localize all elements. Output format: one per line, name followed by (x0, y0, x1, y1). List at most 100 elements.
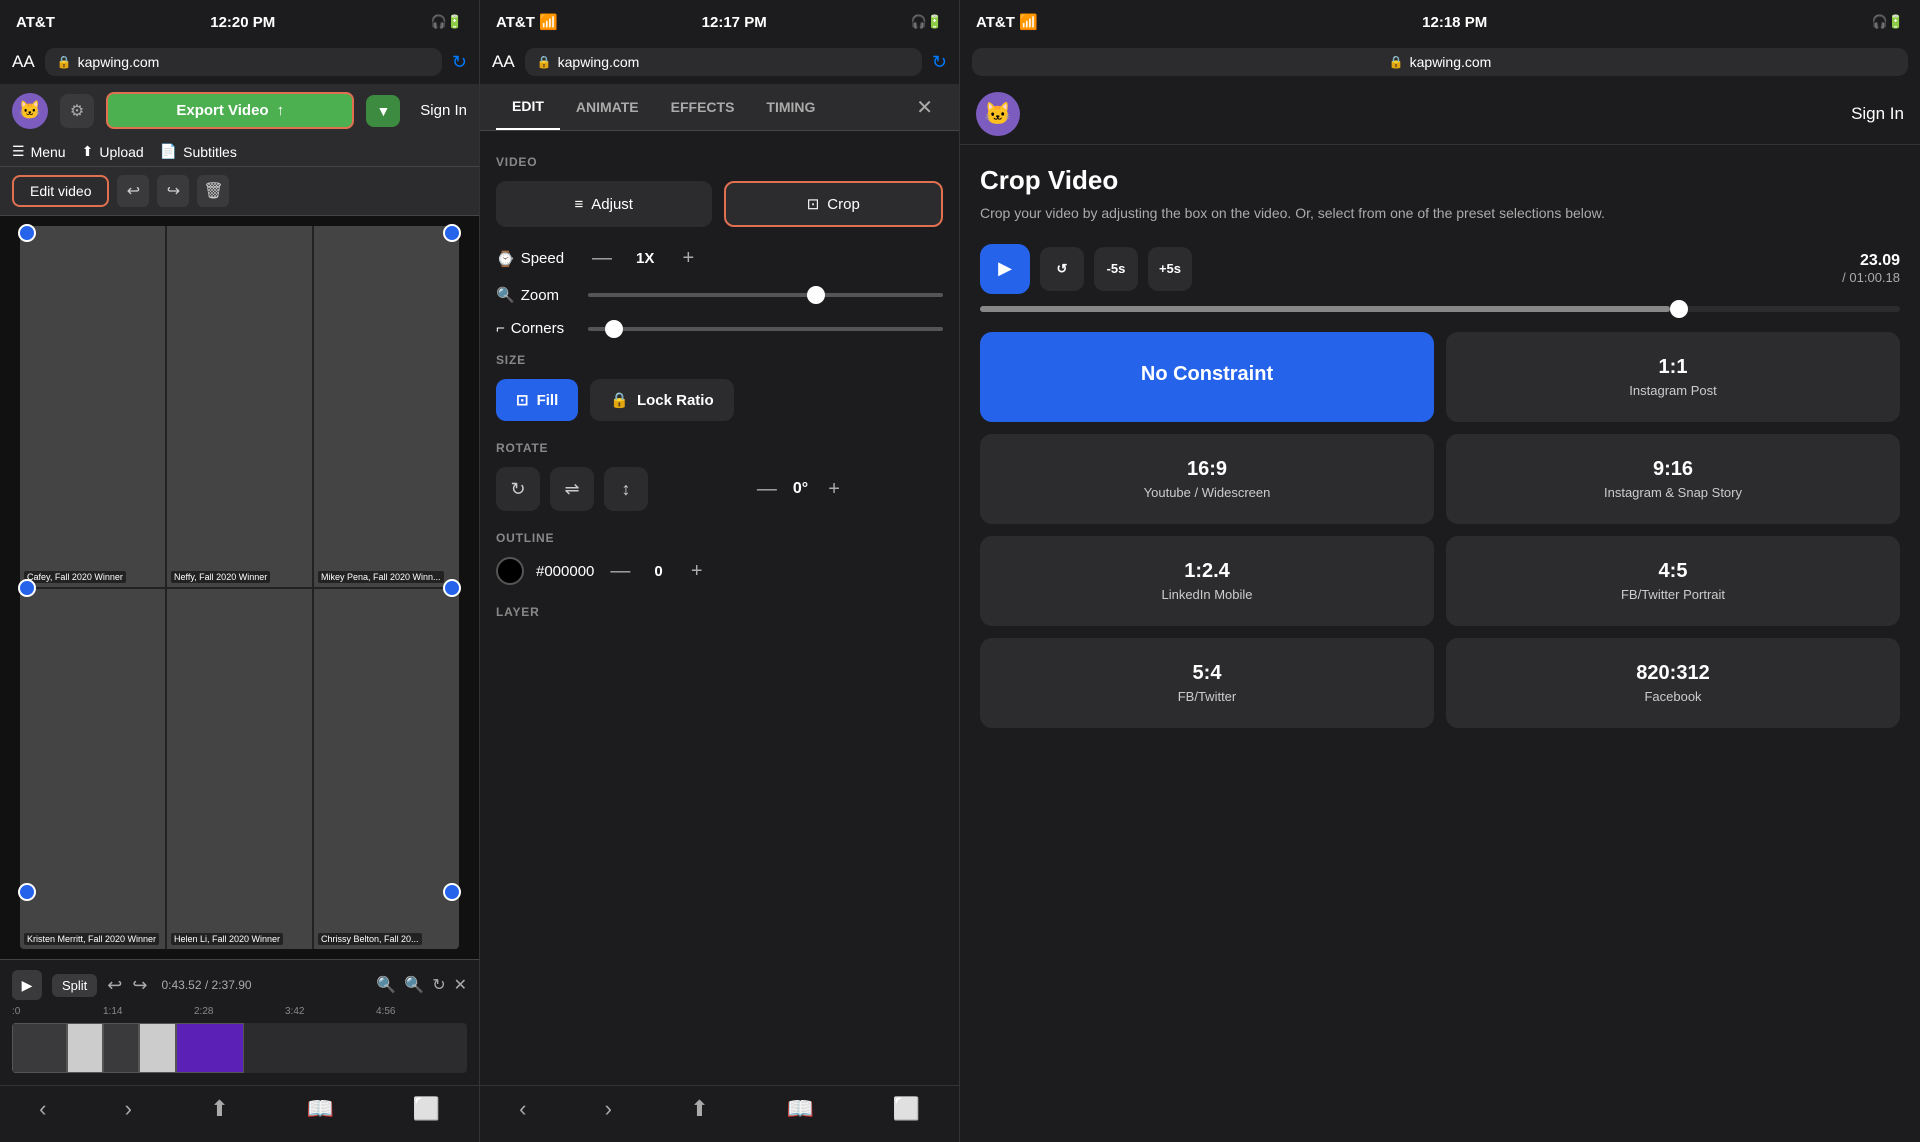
outline-color-swatch[interactable] (496, 557, 524, 585)
nav-tabs-left[interactable]: ⬜ (412, 1096, 439, 1122)
crop-description: Crop your video by adjusting the box on … (980, 204, 1900, 224)
export-video-button[interactable]: Export Video ↑ (106, 92, 354, 129)
skip-back-button[interactable]: -5s (1094, 247, 1138, 291)
tab-timing[interactable]: TIMING (750, 85, 831, 129)
tab-animate[interactable]: ANIMATE (560, 85, 655, 129)
menu-nav[interactable]: ☰ Menu (12, 143, 66, 160)
avatar-left: 🐱 (12, 93, 48, 129)
rewind-button[interactable]: ↺ (1040, 247, 1084, 291)
undo-button[interactable]: ↩ (117, 175, 149, 207)
edit-video-button[interactable]: Edit video (12, 175, 109, 207)
marker-2: 2:28 (194, 1006, 285, 1017)
subtitles-nav[interactable]: 📄 Subtitles (160, 143, 237, 160)
rotate-cw-button[interactable]: ↻ (496, 467, 540, 511)
outline-plus-button[interactable]: + (683, 560, 711, 583)
progress-thumb[interactable] (1670, 300, 1688, 318)
rotate-plus-button[interactable]: + (820, 478, 848, 501)
redo-icon-tl[interactable]: ↪ (132, 975, 147, 996)
marker-1: 1:14 (103, 1006, 194, 1017)
preset-ratio-1: 1:1 (1659, 356, 1688, 379)
nav-fwd-middle[interactable]: › (605, 1096, 612, 1122)
split-button[interactable]: Split (52, 974, 97, 997)
fill-label: Fill (537, 392, 559, 409)
fill-button[interactable]: ⊡ Fill (496, 379, 578, 421)
tab-edit[interactable]: EDIT (496, 84, 560, 130)
handle-bl[interactable] (18, 883, 36, 901)
url-text-middle: kapwing.com (558, 54, 640, 70)
preset-instagram-post[interactable]: 1:1 Instagram Post (1446, 332, 1900, 422)
preset-facebook[interactable]: 820:312 Facebook (1446, 638, 1900, 728)
export-dropdown-button[interactable]: ▼ (366, 95, 400, 127)
preset-no-constraint[interactable]: No Constraint (980, 332, 1434, 422)
corners-slider[interactable] (588, 327, 943, 331)
zoom-out-icon[interactable]: 🔍 (376, 975, 396, 995)
delete-button[interactable]: 🗑 (197, 175, 229, 207)
nav-share-middle[interactable]: ⬆ (690, 1096, 708, 1122)
nav-fwd-left[interactable]: › (125, 1096, 132, 1122)
url-pill-left[interactable]: 🔒 kapwing.com (45, 48, 442, 76)
skip-fwd-button[interactable]: +5s (1148, 247, 1192, 291)
handle-br[interactable] (443, 883, 461, 901)
crop-button[interactable]: ⊡ Crop (724, 181, 944, 227)
progress-bar-crop[interactable] (980, 306, 1900, 312)
play-button-timeline[interactable]: ▶ (12, 970, 42, 1000)
flip-h-button[interactable]: ⇌ (550, 467, 594, 511)
close-panel-button[interactable]: ✕ (906, 85, 943, 130)
adjust-button[interactable]: ≡ Adjust (496, 181, 712, 227)
clip-3[interactable] (103, 1023, 139, 1073)
rotate-minus-button[interactable]: — (753, 478, 781, 501)
handle-tl[interactable] (18, 224, 36, 242)
sign-in-right[interactable]: Sign In (1851, 104, 1904, 124)
refresh-btn-middle[interactable]: ↻ (932, 52, 947, 73)
nav-book-left[interactable]: 📖 (307, 1096, 334, 1122)
rotate-tl-icon[interactable]: ↻ (432, 975, 445, 995)
nav-tabs-middle[interactable]: ⬜ (892, 1096, 919, 1122)
speed-plus-button[interactable]: + (674, 247, 702, 270)
crop-avatar: 🐱 (976, 92, 1020, 136)
close-tl-icon[interactable]: ✕ (454, 975, 467, 995)
nav-book-middle[interactable]: 📖 (787, 1096, 814, 1122)
timeline-track[interactable]: 1 (12, 1023, 467, 1073)
adjust-icon: ≡ (575, 196, 584, 213)
preset-ratio-6: 5:4 (1193, 662, 1222, 685)
outline-minus-button[interactable]: — (606, 560, 634, 583)
nav-share-left[interactable]: ⬆ (210, 1096, 228, 1122)
handle-mr[interactable] (443, 579, 461, 597)
clip-5[interactable] (176, 1023, 244, 1073)
preset-instagram-story[interactable]: 9:16 Instagram & Snap Story (1446, 434, 1900, 524)
preset-name-5: FB/Twitter Portrait (1621, 587, 1725, 602)
upload-nav[interactable]: ⬆ Upload (82, 143, 144, 160)
play-button-crop[interactable]: ▶ (980, 244, 1030, 294)
lock-ratio-button[interactable]: 🔒 Lock Ratio (590, 379, 733, 421)
tab-effects[interactable]: EFFECTS (655, 85, 751, 129)
zoom-in-icon[interactable]: 🔍 (404, 975, 424, 995)
crop-video-title: Crop Video (980, 165, 1900, 196)
thumb-label-3: Mikey Pena, Fall 2020 Winn... (318, 571, 444, 583)
preset-youtube[interactable]: 16:9 Youtube / Widescreen (980, 434, 1434, 524)
preset-linkedin[interactable]: 1:2.4 LinkedIn Mobile (980, 536, 1434, 626)
marker-0: :0 (12, 1006, 103, 1017)
upload-label: Upload (99, 144, 143, 160)
gear-btn[interactable]: ⚙ (60, 94, 94, 128)
speed-minus-button[interactable]: — (588, 247, 616, 270)
split-label: Split (62, 978, 87, 993)
preset-fb-twitter-portrait[interactable]: 4:5 FB/Twitter Portrait (1446, 536, 1900, 626)
handle-ml[interactable] (18, 579, 36, 597)
clip-2[interactable] (67, 1023, 103, 1073)
time-display-crop: 23.09 / 01:00.18 (1842, 252, 1900, 285)
preset-fb-twitter[interactable]: 5:4 FB/Twitter (980, 638, 1434, 728)
nav-back-middle[interactable]: ‹ (519, 1096, 526, 1122)
undo-icon-tl[interactable]: ↩ (107, 975, 122, 996)
handle-tr[interactable] (443, 224, 461, 242)
flip-v-button[interactable]: ↕ (604, 467, 648, 511)
clip-4[interactable] (139, 1023, 175, 1073)
url-pill-right[interactable]: 🔒 kapwing.com (972, 48, 1908, 76)
zoom-slider[interactable] (588, 293, 943, 297)
nav-back-left[interactable]: ‹ (39, 1096, 46, 1122)
clip-1[interactable] (12, 1023, 67, 1073)
url-pill-middle[interactable]: 🔒 kapwing.com (525, 48, 922, 76)
sign-in-left[interactable]: Sign In (420, 102, 467, 119)
refresh-btn-left[interactable]: ↻ (452, 52, 467, 73)
redo-button[interactable]: ↪ (157, 175, 189, 207)
adjust-crop-row: ≡ Adjust ⊡ Crop (496, 181, 943, 227)
